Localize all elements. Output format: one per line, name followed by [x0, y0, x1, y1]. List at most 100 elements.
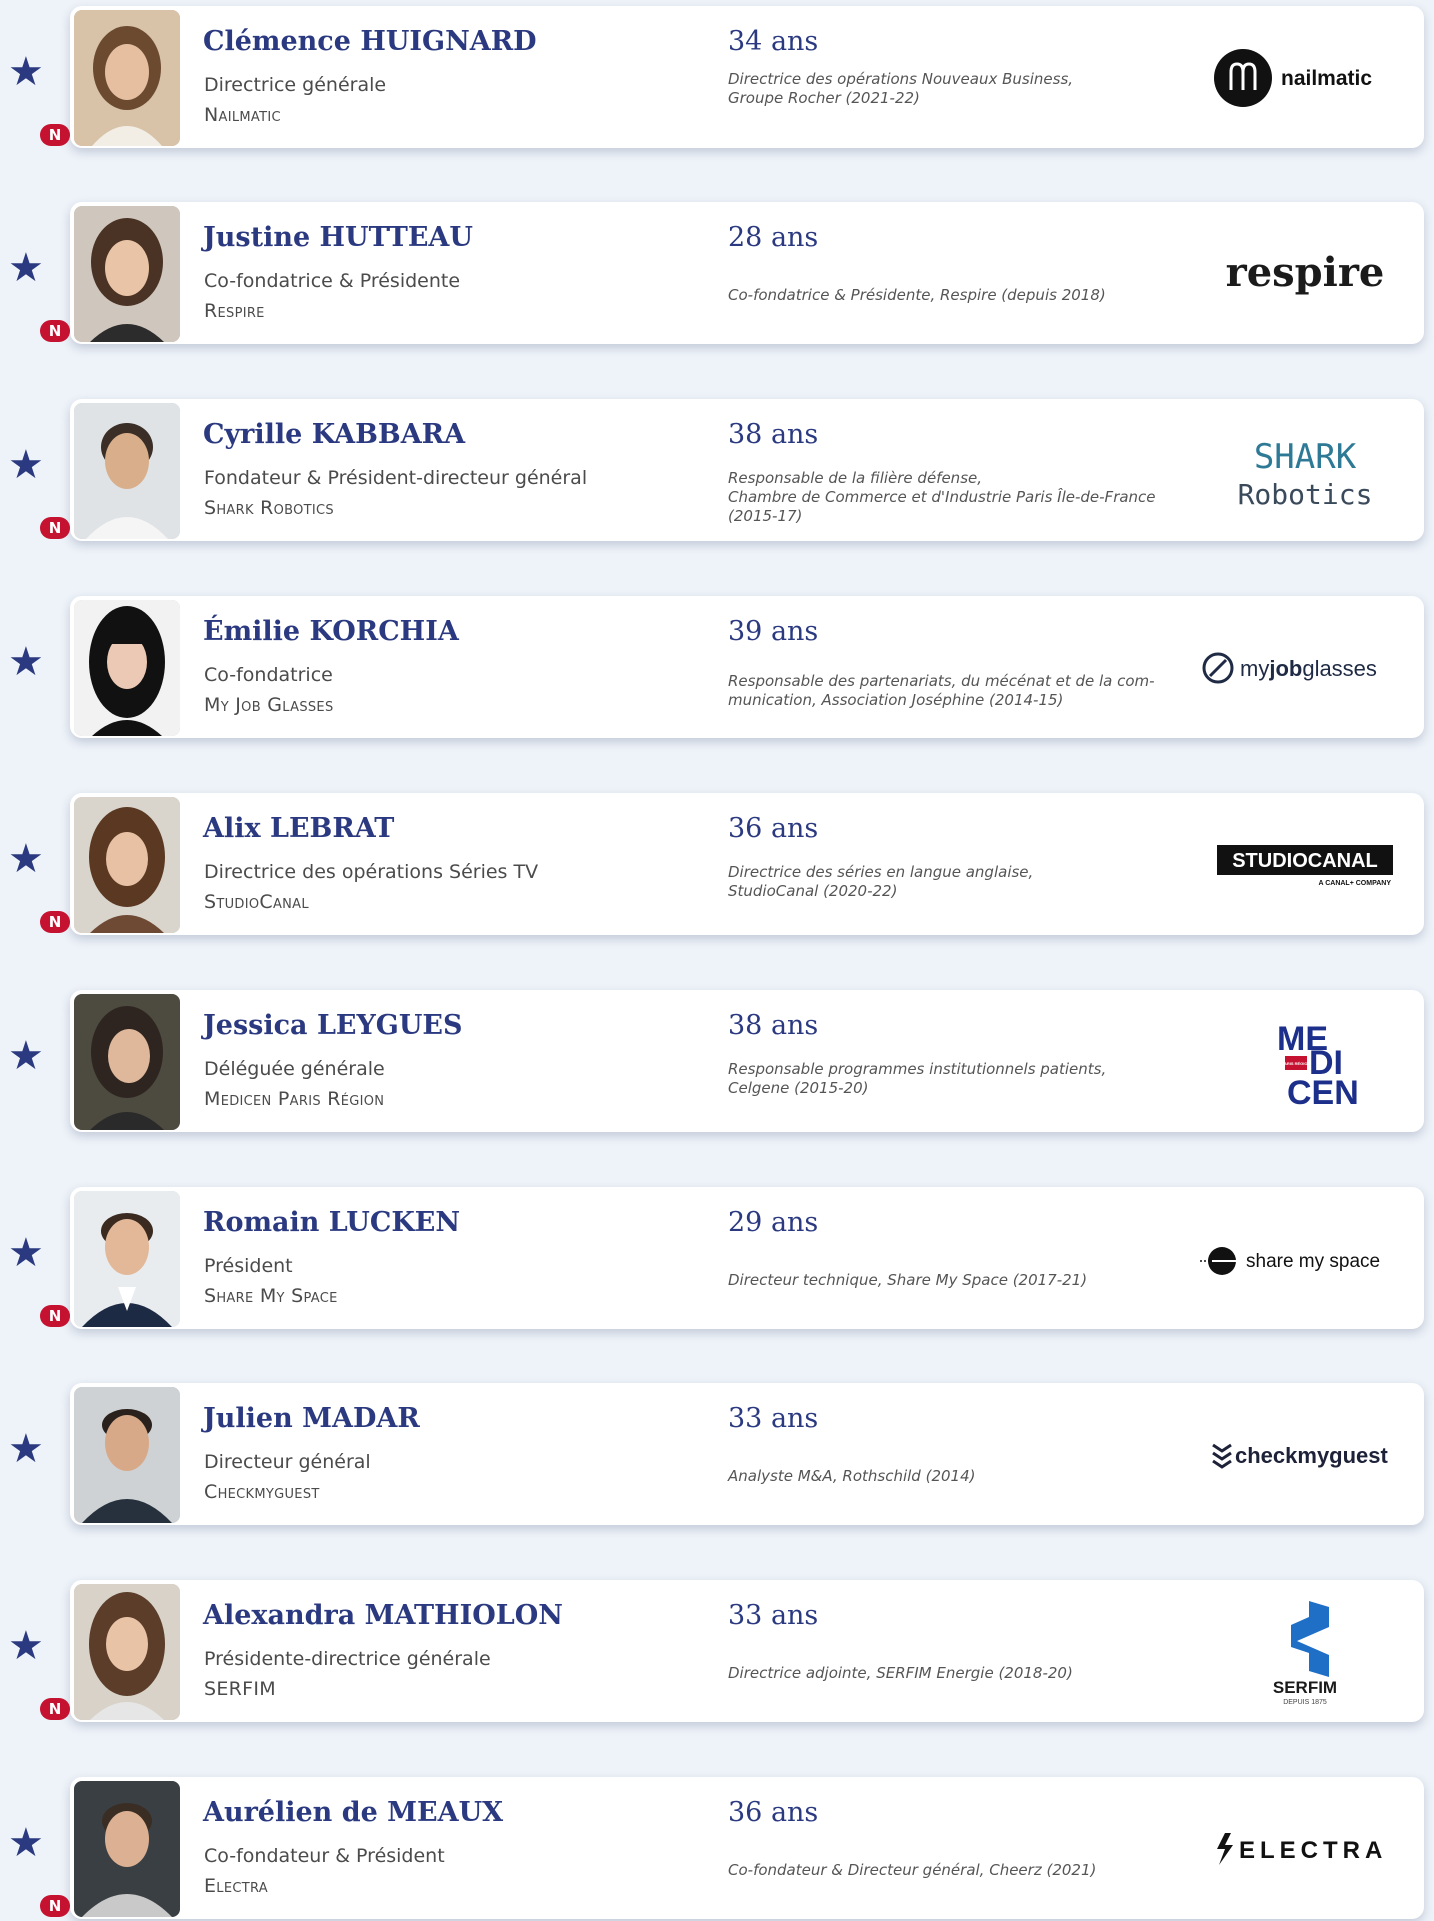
profile-entry: ★ Julien MADAR Directeur général Checkmy… [0, 1377, 1434, 1527]
star-icon: ★ [8, 639, 44, 685]
career-note: Directrice des séries en langue anglaise… [728, 863, 1034, 900]
age: 29 ans [728, 1207, 819, 1238]
job-title: Présidente-directrice générale [204, 1648, 491, 1670]
job-title: Fondateur & Président-directeur général [204, 467, 588, 489]
profile-card: Cyrille KABBARA Fondateur & Président-di… [70, 399, 1424, 541]
portrait-photo [74, 1387, 180, 1523]
company-name: Medicen Paris Région [204, 1088, 385, 1110]
job-title: Directeur général [204, 1451, 371, 1473]
career-note: Responsable des partenariats, du mécénat… [728, 672, 1155, 709]
job-title: Directrice des opérations Séries TV [204, 861, 539, 883]
person-name: Jessica LEYGUES [203, 1010, 463, 1041]
logo-subtext: A CANAL+ COMPANY [1318, 880, 1391, 887]
company-name: Shark Robotics [204, 497, 334, 519]
company-logo: SERFIM DEPUIS 1875 [1200, 1592, 1410, 1712]
person-name: Émilie KORCHIA [203, 616, 459, 647]
portrait-photo [74, 600, 180, 736]
age: 33 ans [728, 1403, 819, 1434]
person-name: Justine HUTTEAU [203, 222, 473, 253]
company-logo: myjobglasses [1200, 608, 1410, 728]
portrait-photo [74, 1191, 180, 1327]
person-name: Alexandra MATHIOLON [203, 1600, 563, 1631]
logo-text-line2: Robotics [1238, 478, 1373, 511]
person-name: Romain LUCKEN [203, 1207, 461, 1238]
age: 36 ans [728, 813, 819, 844]
profile-card: Alexandra MATHIOLON Présidente-directric… [70, 1580, 1424, 1722]
person-name: Aurélien de MEAUX [203, 1797, 504, 1828]
logo-text: SERFIM [1273, 1678, 1337, 1697]
company-name: Nailmatic [204, 104, 281, 126]
profile-card: Jessica LEYGUES Déléguée générale Medice… [70, 990, 1424, 1132]
new-badge: N [40, 1305, 70, 1327]
logo-text: nailmatic [1281, 67, 1372, 90]
portrait-photo [74, 403, 180, 539]
person-name: Clémence HUIGNARD [203, 26, 537, 57]
job-title: Co-fondatrice & Présidente [204, 270, 461, 292]
profile-entry: ★ Cyrille KABBARA Fondateur & Président-… [0, 393, 1434, 543]
company-name: Share My Space [204, 1285, 338, 1307]
company-logo: share my space [1200, 1199, 1410, 1319]
star-icon: ★ [8, 1623, 44, 1669]
star-icon: ★ [8, 1033, 44, 1079]
company-name: Respire [204, 300, 265, 322]
profile-entry: ★ Aurélien de MEAUX Co-fondateur & Prési… [0, 1771, 1434, 1921]
star-icon: ★ [8, 1426, 44, 1472]
age: 38 ans [728, 1010, 819, 1041]
age: 34 ans [728, 26, 819, 57]
profile-entry: ★ Alexandra MATHIOLON Présidente-directr… [0, 1574, 1434, 1724]
profile-entry: ★ Émilie KORCHIA Co-fondatrice My Job Gl… [0, 590, 1434, 740]
company-name: StudioCanal [204, 891, 309, 913]
new-badge: N [40, 1895, 70, 1917]
age: 36 ans [728, 1797, 819, 1828]
company-logo: ELECTRA [1200, 1789, 1410, 1909]
logo-text: STUDIOCANAL [1232, 850, 1378, 872]
star-icon: ★ [8, 1820, 44, 1866]
star-icon: ★ [8, 245, 44, 291]
logo-text-line1: SHARK [1254, 437, 1357, 477]
career-note: Responsable programmes institutionnels p… [728, 1060, 1107, 1097]
portrait-photo [74, 206, 180, 342]
age: 28 ans [728, 222, 819, 253]
portrait-photo [74, 797, 180, 933]
company-logo: nailmatic [1200, 18, 1410, 138]
logo-subtext: DEPUIS 1875 [1283, 1699, 1327, 1706]
portrait-photo [74, 1584, 180, 1720]
profile-card: Alix LEBRAT Directrice des opérations Sé… [70, 793, 1424, 935]
profile-entry: ★ Clémence HUIGNARD Directrice générale … [0, 0, 1434, 150]
company-name: SERFIM [204, 1678, 276, 1700]
logo-text: respire [1226, 249, 1385, 296]
new-badge: N [40, 1698, 70, 1720]
profile-entry: ★ Alix LEBRAT Directrice des opérations … [0, 787, 1434, 937]
career-note: Co-fondatrice & Présidente, Respire (dep… [728, 286, 1106, 304]
logo-text: share my space [1246, 1251, 1380, 1272]
logo-text-my: my [1240, 656, 1269, 681]
logo-tag: PARIS RÉGION [1282, 1061, 1311, 1066]
job-title: Président [204, 1255, 293, 1277]
company-name: Electra [204, 1875, 268, 1897]
career-note: Co-fondateur & Directeur général, Cheerz… [728, 1861, 1097, 1879]
star-icon: ★ [8, 49, 44, 95]
new-badge: N [40, 517, 70, 539]
career-note: Analyste M&A, Rothschild (2014) [728, 1467, 976, 1485]
profile-card: Julien MADAR Directeur général Checkmygu… [70, 1383, 1424, 1525]
company-logo: STUDIOCANAL A CANAL+ COMPANY [1200, 805, 1410, 925]
new-badge: N [40, 320, 70, 342]
job-title: Co-fondateur & Président [204, 1845, 445, 1867]
age: 39 ans [728, 616, 819, 647]
company-logo: respire [1200, 214, 1410, 334]
job-title: Co-fondatrice [204, 664, 333, 686]
logo-text: ELECTRA [1239, 1837, 1387, 1864]
company-name: Checkmyguest [204, 1481, 320, 1503]
logo-text: checkmyguest [1235, 1443, 1389, 1468]
person-name: Alix LEBRAT [203, 813, 395, 844]
career-note: Directeur technique, Share My Space (201… [728, 1271, 1088, 1289]
star-icon: ★ [8, 836, 44, 882]
logo-text-glasses: glasses [1302, 656, 1377, 681]
age: 38 ans [728, 419, 819, 450]
portrait-photo [74, 994, 180, 1130]
career-note: Directrice adjointe, SERFIM Energie (201… [728, 1664, 1073, 1682]
company-logo: ME PARIS RÉGION DI CEN [1200, 1002, 1410, 1122]
job-title: Déléguée générale [204, 1058, 385, 1080]
logo-text-line3: CEN [1287, 1074, 1359, 1112]
portrait-photo [74, 1781, 180, 1917]
